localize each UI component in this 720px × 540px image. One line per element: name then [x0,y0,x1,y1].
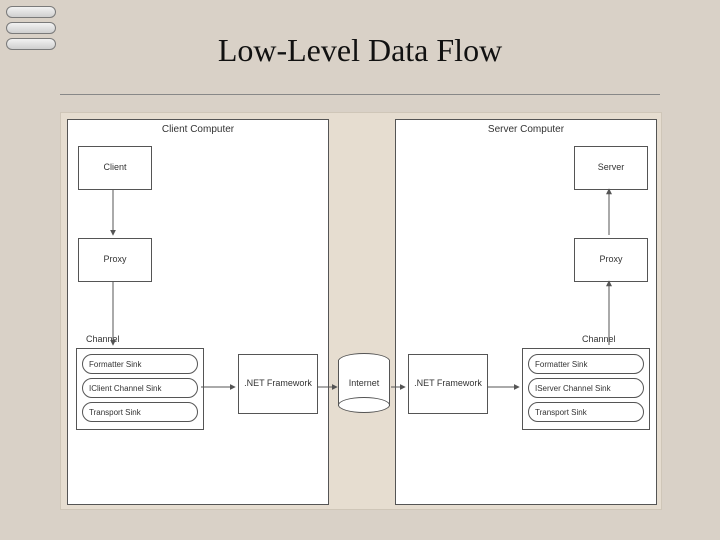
title-rule [60,94,660,95]
diagram-canvas: Client Computer Client Proxy Channel For… [60,112,662,510]
client-sink-formatter: Formatter Sink [82,354,198,374]
ring-icon [6,6,56,18]
internet-cylinder: Internet [338,353,390,413]
netfx-right-box: .NET Framework [408,354,488,414]
server-sink-transport: Transport Sink [528,402,644,422]
server-proxy-box: Proxy [574,238,648,282]
server-computer-header: Server Computer [396,124,656,135]
client-proxy-box: Proxy [78,238,152,282]
server-box: Server [574,146,648,190]
client-sink-transport: Transport Sink [82,402,198,422]
slide: Low-Level Data Flow Client Computer Clie… [0,0,720,540]
server-channel-label: Channel [582,334,616,344]
server-sink-formatter: Formatter Sink [528,354,644,374]
server-sink-channel: IServer Channel Sink [528,378,644,398]
client-box: Client [78,146,152,190]
server-computer-panel: Server Computer Server Proxy Channel For… [395,119,657,505]
client-channel-label: Channel [86,334,120,344]
page-title: Low-Level Data Flow [0,32,720,69]
client-computer-panel: Client Computer Client Proxy Channel For… [67,119,329,505]
client-computer-header: Client Computer [68,124,328,135]
client-sink-channel: IClient Channel Sink [82,378,198,398]
netfx-left-box: .NET Framework [238,354,318,414]
